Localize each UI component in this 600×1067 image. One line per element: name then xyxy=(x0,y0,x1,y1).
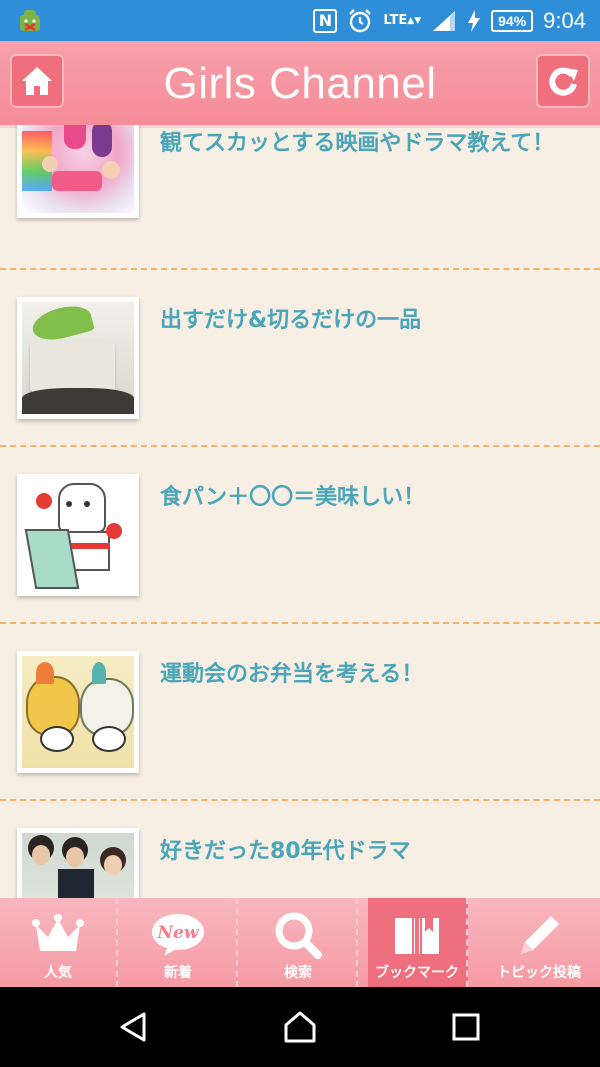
charging-icon xyxy=(467,9,481,33)
recents-icon xyxy=(452,1013,480,1041)
alarm-icon xyxy=(347,8,373,34)
recents-button[interactable] xyxy=(446,1007,486,1047)
battery-indicator: 94% xyxy=(491,9,534,32)
topic-list: 観てスカッとする映画やドラマ教えて！ 出すだけ&切るだけの一品 食パン＋〇〇＝美… xyxy=(0,125,600,898)
topic-title[interactable]: 食パン＋〇〇＝美味しい！ xyxy=(160,483,586,513)
topic-item[interactable]: 出すだけ&切るだけの一品 xyxy=(0,270,600,447)
topic-thumbnail xyxy=(17,297,139,419)
topic-thumbnail xyxy=(17,828,139,898)
tab-search[interactable]: 検索 xyxy=(240,898,358,987)
topic-item[interactable]: 好きだった80年代ドラマ xyxy=(0,801,600,898)
system-nav-bar xyxy=(0,987,600,1067)
tab-label: トピック投稿 xyxy=(497,965,581,981)
tab-post-topic[interactable]: トピック投稿 xyxy=(478,898,600,987)
clock: 9:04 xyxy=(543,7,586,33)
tab-label: ブックマーク xyxy=(375,965,459,981)
reload-icon xyxy=(549,67,578,96)
tab-label: 新着 xyxy=(164,965,192,981)
topic-thumbnail xyxy=(17,474,139,596)
page-title: Girls Channel xyxy=(163,59,437,108)
drama-cover-image xyxy=(22,125,134,213)
nfc-icon: N xyxy=(313,8,338,33)
reload-button[interactable] xyxy=(536,54,590,108)
topic-item[interactable]: 観てスカッとする映画やドラマ教えて！ xyxy=(0,125,600,270)
topic-item[interactable]: 食パン＋〇〇＝美味しい！ xyxy=(0,447,600,624)
topic-thumbnail xyxy=(17,651,139,773)
android-debug-icon xyxy=(16,7,44,35)
topic-item[interactable]: 運動会のお弁当を考える！ xyxy=(0,624,600,801)
signal-icon xyxy=(431,9,457,33)
yokai-characters-image xyxy=(22,656,134,768)
status-bar: N LTE ▲▼ 94% 9:04 xyxy=(0,0,600,41)
tab-popular[interactable]: 人気 xyxy=(0,898,118,987)
eighties-drama-image xyxy=(22,833,134,898)
tab-label: 人気 xyxy=(44,965,72,981)
back-button[interactable] xyxy=(113,1007,153,1047)
shokupanman-image xyxy=(22,479,134,591)
topic-title[interactable]: 出すだけ&切るだけの一品 xyxy=(160,306,586,336)
topic-title[interactable]: 運動会のお弁当を考える！ xyxy=(160,660,586,690)
svg-text:New: New xyxy=(157,923,200,943)
tofu-dish-image xyxy=(22,302,134,414)
topic-title[interactable]: 観てスカッとする映画やドラマ教えて！ xyxy=(160,129,586,159)
tab-bookmark[interactable]: ブックマーク xyxy=(368,898,468,987)
bookmark-book-icon xyxy=(391,910,443,960)
app-header: Girls Channel xyxy=(0,41,600,128)
topic-thumbnail xyxy=(17,125,139,218)
bottom-tab-bar: 人気 New 新着 検索 ブックマーク トピック投稿 xyxy=(0,898,600,987)
pencil-icon xyxy=(513,910,565,960)
home-nav-button[interactable] xyxy=(280,1007,320,1047)
tab-new[interactable]: New 新着 xyxy=(120,898,238,987)
tab-label: 検索 xyxy=(284,965,312,981)
lte-indicator: LTE ▲▼ xyxy=(383,12,422,28)
back-icon xyxy=(120,1012,146,1042)
search-icon xyxy=(273,910,323,960)
crown-icon xyxy=(30,910,86,960)
new-bubble-icon: New xyxy=(150,910,206,960)
topic-title[interactable]: 好きだった80年代ドラマ xyxy=(160,837,586,867)
home-nav-icon xyxy=(284,1011,316,1043)
